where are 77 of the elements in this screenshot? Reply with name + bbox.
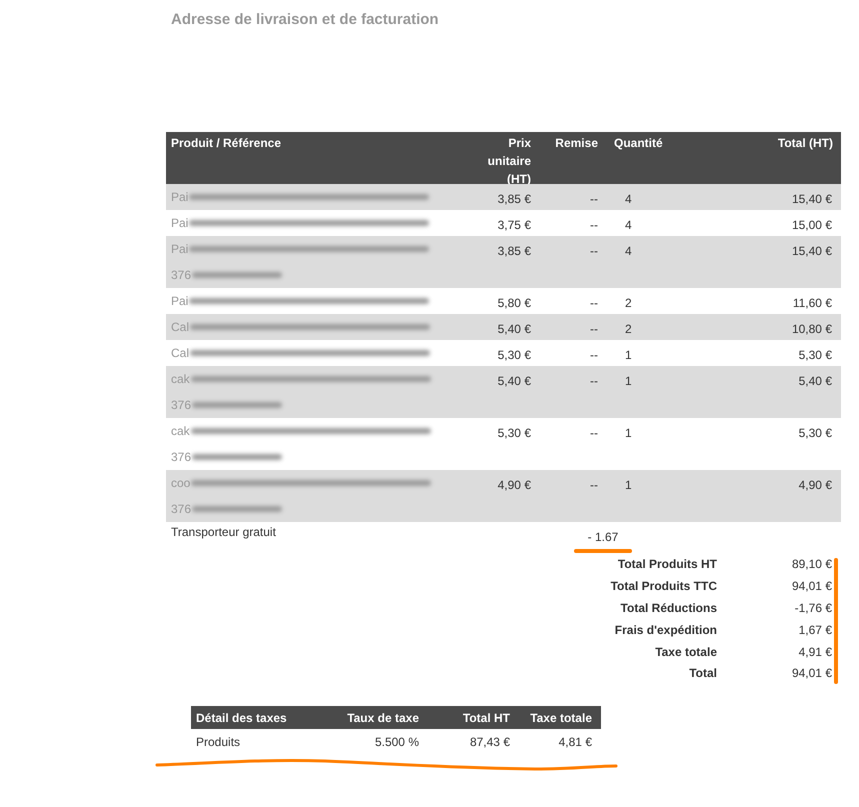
- total-value: 4,91 €: [798, 644, 832, 661]
- unit-price: 5,30 €: [498, 348, 531, 362]
- product-reference: 376: [171, 266, 192, 284]
- tax-total-ht: 87,43 €: [470, 735, 510, 750]
- product-name: cak: [171, 422, 190, 440]
- discount-value: --: [590, 348, 598, 362]
- product-name: cak: [171, 370, 190, 388]
- total-value: 1,67 €: [798, 622, 832, 639]
- total-value: 94,01 €: [790, 665, 832, 682]
- carrier-discount: - 1.67: [588, 528, 618, 546]
- quantity-value: 1: [625, 348, 632, 362]
- product-name: Pai: [171, 292, 188, 310]
- line-total: 4,90 €: [798, 478, 832, 492]
- line-total: 15,40 €: [792, 244, 832, 258]
- quantity-value: 2: [625, 322, 632, 336]
- total-label: Taxe totale: [654, 644, 717, 661]
- unit-price: 5,40 €: [498, 374, 531, 388]
- quantity-value: 1: [625, 478, 632, 492]
- discount-value: --: [590, 218, 598, 232]
- line-total: 15,00 €: [792, 218, 832, 232]
- column-header: Total (HT): [778, 136, 833, 150]
- highlight-underline: [574, 548, 632, 552]
- total-label: Total Produits HT: [616, 556, 717, 574]
- total-label: Total Produits TTC: [610, 578, 717, 596]
- product-name: Pai: [171, 240, 188, 258]
- quantity-value: 4: [625, 218, 632, 232]
- total-label: Total: [688, 665, 717, 682]
- column-header: Taxe totale: [530, 710, 592, 725]
- line-total: 5,30 €: [798, 426, 832, 440]
- product-name: Pai: [171, 188, 188, 206]
- line-total: 10,80 €: [792, 322, 832, 336]
- line-total: 5,40 €: [798, 374, 832, 388]
- total-value: 89,10 €: [790, 556, 832, 574]
- carrier-name: Transporteur gratuit: [170, 524, 277, 540]
- product-name: Pai: [171, 214, 188, 232]
- product-name: coo: [171, 474, 190, 492]
- column-header: Produit / Référence: [171, 136, 282, 150]
- line-total: 15,40 €: [792, 192, 832, 206]
- quantity-value: 4: [625, 244, 632, 258]
- total-label: Total Réductions: [620, 600, 717, 617]
- tax-category: Produits: [196, 735, 240, 750]
- tax-amount: 4,81 €: [558, 735, 592, 750]
- quantity-value: 4: [625, 192, 632, 206]
- product-name: Cal: [171, 318, 190, 336]
- unit-price: 3,75 €: [498, 218, 531, 232]
- product-reference: 376: [171, 500, 192, 518]
- unit-price: 3,85 €: [498, 244, 531, 258]
- total-value: 94,01 €: [790, 578, 832, 596]
- unit-price: 5,80 €: [498, 296, 531, 310]
- discount-value: --: [590, 296, 598, 310]
- discount-value: --: [590, 478, 598, 492]
- discount-value: --: [590, 244, 598, 258]
- total-label: Frais d'expédition: [614, 622, 717, 639]
- quantity-value: 1: [625, 374, 632, 388]
- total-value: -1,76 €: [794, 600, 832, 617]
- column-header: Taux de taxe: [347, 710, 419, 725]
- line-total: 11,60 €: [792, 296, 832, 310]
- product-reference: 376: [171, 396, 192, 414]
- unit-price: 5,30 €: [498, 426, 531, 440]
- quantity-value: 1: [625, 426, 632, 440]
- product-name: Cal: [171, 344, 190, 362]
- unit-price: 4,90 €: [498, 478, 531, 492]
- section-heading: Adresse de livraison et de facturation: [171, 10, 440, 30]
- column-header: Total HT: [462, 710, 510, 725]
- discount-value: --: [590, 426, 598, 440]
- unit-price: 5,40 €: [498, 322, 531, 336]
- column-header: Détail des taxes: [196, 710, 287, 725]
- line-total: 5,30 €: [798, 348, 832, 362]
- product-reference: 376: [171, 448, 192, 466]
- column-header: Quantité: [614, 136, 663, 150]
- column-header: Remise: [555, 136, 598, 150]
- discount-value: --: [590, 322, 598, 336]
- discount-value: --: [590, 374, 598, 388]
- tax-rate: 5.500 %: [374, 735, 419, 750]
- quantity-value: 2: [625, 296, 632, 310]
- unit-price: 3,85 €: [498, 192, 531, 206]
- discount-value: --: [590, 192, 598, 206]
